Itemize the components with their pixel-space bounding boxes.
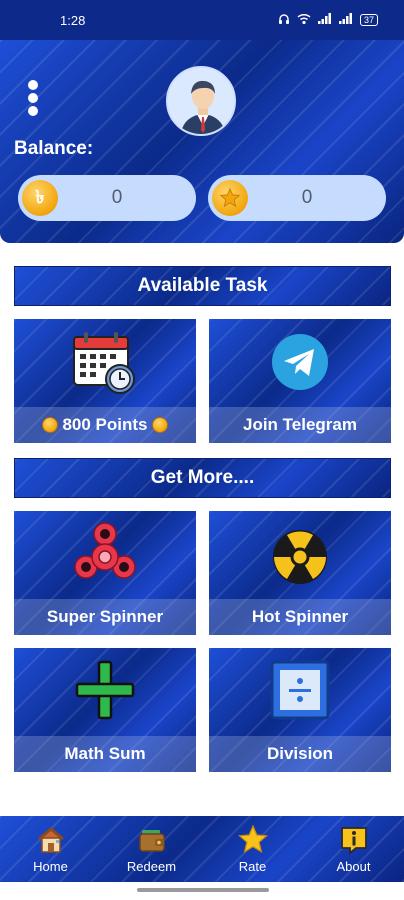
game-caption: Hot Spinner [209,599,391,635]
profile-header: Balance: ৳ 0 0 [0,40,404,243]
taka-coin-icon: ৳ [22,180,58,216]
home-indicator[interactable] [137,888,269,892]
fidget-spinner-yellow-icon [265,519,335,589]
star-icon [237,824,268,854]
home-icon [37,827,64,853]
balance-value-taka: 0 [111,187,123,208]
battery-icon: 37 [359,14,378,26]
avatar[interactable] [166,66,236,136]
nav-label: Home [33,859,68,874]
menu-dots-icon[interactable] [28,80,40,118]
nav-label: Redeem [126,859,177,874]
wallet-icon [138,830,165,852]
status-time: 1:28 [60,12,86,28]
section-title: Available Task [137,275,268,296]
fidget-spinner-red-icon [70,519,140,589]
plus-icon [70,656,140,726]
task-tile-telegram[interactable]: Join Telegram [209,319,391,443]
section-get-more: Get More.... [14,458,391,498]
bottom-navigation: Home Redeem Rate About [0,816,404,882]
status-bar: 1:28 37 [0,0,404,40]
balance-value-star: 0 [301,187,313,208]
section-available-task: Available Task [14,266,391,306]
game-tile-math-sum[interactable]: Math Sum [14,648,196,772]
game-caption: Super Spinner [14,599,196,635]
calendar-clock-icon [70,327,140,397]
game-tile-hot-spinner[interactable]: Hot Spinner [209,511,391,635]
signal-icon [317,13,332,27]
info-icon [340,827,367,855]
nav-label: About [336,859,371,874]
star-coin-icon [212,180,248,216]
coin-icon [42,417,59,433]
balance-pill-star: 0 [208,175,386,221]
signal-icon-2 [338,13,353,27]
task-tile-points[interactable]: 800 Points [14,319,196,443]
status-icons: 37 [278,13,378,28]
game-label: Division [266,744,334,763]
division-icon [265,656,335,726]
headphones-icon [278,13,290,28]
task-caption: 800 Points [14,407,196,443]
game-tile-division[interactable]: Division [209,648,391,772]
task-caption: Join Telegram [209,407,391,443]
coin-icon [151,417,168,433]
nav-home[interactable]: Home [11,824,91,874]
telegram-icon [265,327,335,397]
nav-label: Rate [238,859,267,874]
balance-pill-taka: ৳ 0 [18,175,196,221]
game-label: Hot Spinner [251,607,349,626]
game-caption: Math Sum [14,736,196,772]
nav-redeem[interactable]: Redeem [112,824,192,874]
task-label-points: 800 Points [62,415,148,434]
game-label: Math Sum [64,744,146,763]
game-caption: Division [209,736,391,772]
game-label: Super Spinner [46,607,164,626]
task-label-telegram: Join Telegram [243,415,357,434]
balance-label: Balance: [14,138,94,159]
nav-rate[interactable]: Rate [213,824,293,874]
game-tile-super-spinner[interactable]: Super Spinner [14,511,196,635]
wifi-icon [297,13,311,28]
nav-about[interactable]: About [314,824,394,874]
section-title: Get More.... [150,467,255,488]
